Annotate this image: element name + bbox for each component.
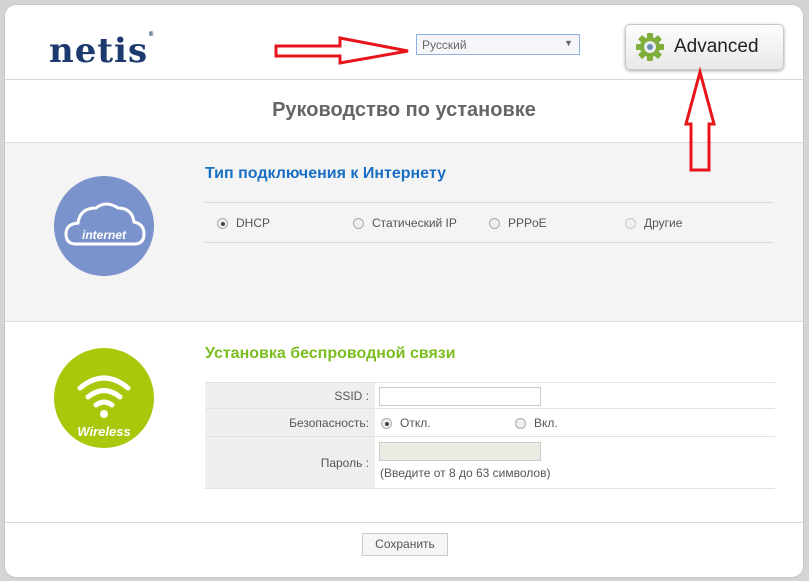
security-off-radio[interactable]: Откл. [381, 416, 431, 430]
chevron-down-icon: ▼ [564, 38, 573, 48]
header-divider [5, 79, 803, 80]
password-input[interactable] [379, 442, 541, 461]
internet-icon: internet [54, 176, 154, 276]
radio-pppoe[interactable]: PPPoE [489, 216, 547, 230]
ssid-row: SSID : [205, 382, 775, 409]
password-hint: (Введите от 8 до 63 символов) [380, 466, 551, 480]
ssid-label: SSID : [205, 383, 375, 408]
password-row: Пароль : (Введите от 8 до 63 символов) [205, 437, 775, 489]
radio-other[interactable]: Другие [625, 216, 682, 230]
gear-icon [636, 33, 664, 61]
wireless-icon: Wireless [54, 348, 154, 448]
ssid-input[interactable] [379, 387, 541, 406]
internet-heading: Тип подключения к Интернету [205, 165, 446, 182]
language-select[interactable]: Русский ▼ [416, 34, 580, 55]
wireless-heading: Установка беспроводной связи [205, 345, 456, 362]
radio-icon [625, 218, 636, 230]
divider [205, 202, 773, 203]
page-title: Руководство по установке [272, 99, 536, 121]
radio-icon [353, 218, 364, 230]
radio-icon [489, 218, 500, 230]
security-on-radio[interactable]: Вкл. [515, 416, 558, 430]
security-row: Безопасность: Откл. Вкл. [205, 409, 775, 437]
security-label: Безопасность: [205, 409, 375, 436]
divider [205, 242, 773, 243]
setup-card: netis® Русский ▼ Advanced Руководство по … [4, 4, 804, 578]
radio-dhcp[interactable]: DHCP [217, 216, 270, 230]
netis-logo: netis® [49, 31, 156, 71]
radio-icon [381, 418, 392, 430]
radio-static-ip[interactable]: Статический IP [353, 216, 457, 230]
save-button[interactable]: Сохранить [362, 533, 448, 556]
advanced-button[interactable]: Advanced [625, 24, 784, 70]
radio-icon [515, 418, 526, 430]
radio-icon [217, 218, 228, 230]
password-label: Пароль : [205, 437, 375, 488]
advanced-label: Advanced [674, 36, 759, 57]
footer-divider [5, 522, 803, 523]
